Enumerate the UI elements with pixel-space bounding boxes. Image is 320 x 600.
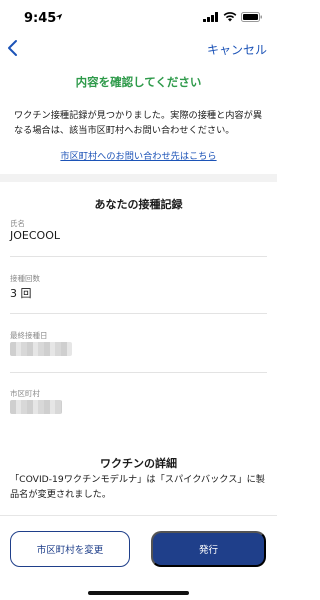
status-bar: 9:45 bbox=[0, 0, 277, 34]
intro-text: ワクチン接種記録が見つかりました。実際の接種と内容が異なる場合は、該当市区町村へ… bbox=[14, 110, 263, 136]
status-icons bbox=[203, 12, 263, 22]
record-section-title: あなたの接種記録 bbox=[94, 198, 183, 211]
municipality-contact-link[interactable]: 市区町村へのお問い合わせ先はこちら bbox=[0, 148, 277, 162]
name-value: JOECOOL bbox=[10, 229, 60, 242]
wifi-icon bbox=[223, 12, 237, 22]
signal-icon bbox=[203, 12, 218, 22]
divider bbox=[10, 313, 267, 314]
chevron-left-icon bbox=[8, 40, 17, 56]
location-arrow-icon bbox=[55, 13, 63, 21]
battery-icon bbox=[241, 12, 262, 22]
name-label: 氏名 bbox=[10, 219, 25, 228]
last-dose-date-label: 最終接種日 bbox=[10, 331, 48, 340]
bottom-action-bar: 市区町村を変更 発行 bbox=[0, 515, 277, 600]
vaccine-section-title: ワクチンの詳細 bbox=[100, 457, 177, 470]
cancel-button[interactable]: キャンセル bbox=[207, 41, 267, 58]
dose-count-value: 3 回 bbox=[10, 287, 32, 300]
navigation-bar: キャンセル bbox=[0, 34, 277, 64]
back-button[interactable] bbox=[6, 38, 26, 60]
home-indicator bbox=[88, 591, 189, 595]
municipality-redacted bbox=[10, 400, 62, 414]
status-time: 9:45 bbox=[24, 11, 57, 26]
section-separator bbox=[0, 174, 277, 182]
divider bbox=[10, 256, 267, 257]
dose-count-label: 接種回数 bbox=[10, 274, 40, 283]
municipality-label: 市区町村 bbox=[10, 389, 40, 398]
last-dose-date-redacted bbox=[10, 342, 72, 356]
page-title: 内容を確認してください bbox=[75, 75, 202, 89]
divider bbox=[10, 372, 267, 373]
change-municipality-button[interactable]: 市区町村を変更 bbox=[10, 531, 130, 567]
issue-button[interactable]: 発行 bbox=[151, 531, 266, 567]
vaccine-description: 「COVID-19ワクチンモデルナ」は「スパイクバックス」に製品名が変更されまし… bbox=[10, 474, 265, 500]
